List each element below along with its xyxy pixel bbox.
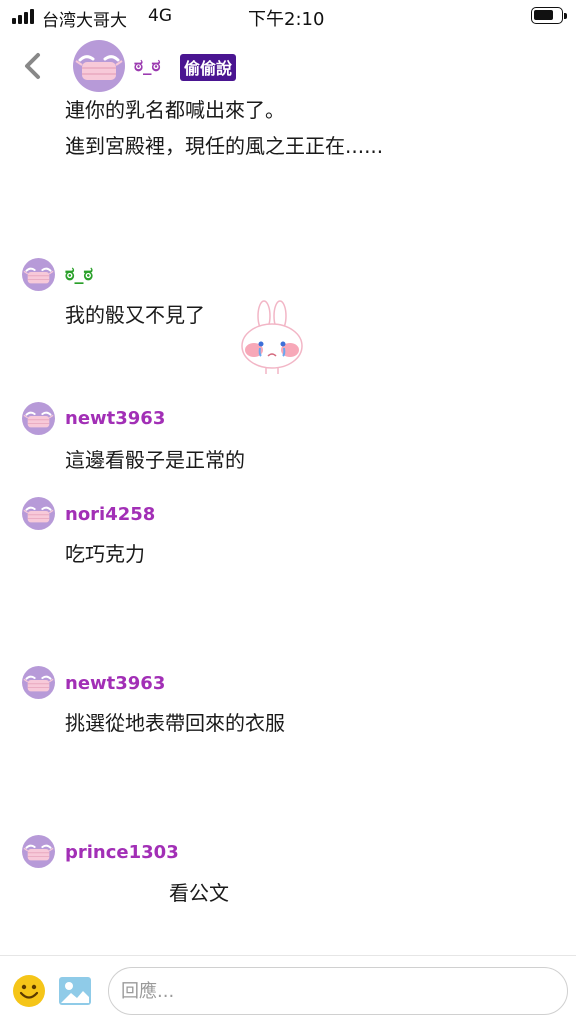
signal-strength-icon: [12, 9, 34, 24]
avatar[interactable]: [22, 666, 55, 699]
avatar[interactable]: [22, 402, 55, 435]
username[interactable]: prince1303: [65, 842, 179, 863]
message-text: 看公文: [169, 881, 229, 905]
message-text: 進到宮殿裡，現任的風之王正在......: [65, 134, 384, 158]
message-text: 我的骰又不見了: [65, 303, 205, 327]
message-text: 連你的乳名都喊出來了。: [65, 98, 285, 122]
avatar[interactable]: [73, 40, 125, 92]
message-text: 吃巧克力: [65, 542, 145, 566]
back-button[interactable]: [18, 50, 48, 82]
whisper-badge: 偷偷說: [180, 54, 237, 81]
avatar[interactable]: [22, 497, 55, 530]
image-icon[interactable]: [58, 974, 92, 1008]
reply-input[interactable]: [108, 967, 568, 1015]
username[interactable]: ಠ_ಠ: [65, 264, 93, 285]
battery-level: [534, 10, 553, 20]
reply-bar: [0, 955, 576, 1024]
battery-icon: [531, 7, 567, 24]
username[interactable]: newt3963: [65, 408, 165, 429]
chevron-left-icon: [25, 53, 40, 79]
status-bar: 台湾大哥大 4G 下午2:10: [0, 0, 576, 34]
avatar[interactable]: [22, 258, 55, 291]
crying-bunny-sticker: [241, 300, 303, 374]
message-text: 挑選從地表帶回來的衣服: [65, 711, 285, 735]
message-text: 這邊看骰子是正常的: [65, 448, 245, 472]
clock: 下午2:10: [248, 9, 325, 30]
username[interactable]: newt3963: [65, 673, 165, 694]
sender-name[interactable]: ಠ_ಠ: [134, 56, 161, 76]
network-type: 4G: [148, 6, 172, 26]
carrier-name: 台湾大哥大: [42, 11, 127, 31]
username[interactable]: nori4258: [65, 504, 155, 525]
avatar[interactable]: [22, 835, 55, 868]
smiley-icon[interactable]: [12, 974, 46, 1008]
